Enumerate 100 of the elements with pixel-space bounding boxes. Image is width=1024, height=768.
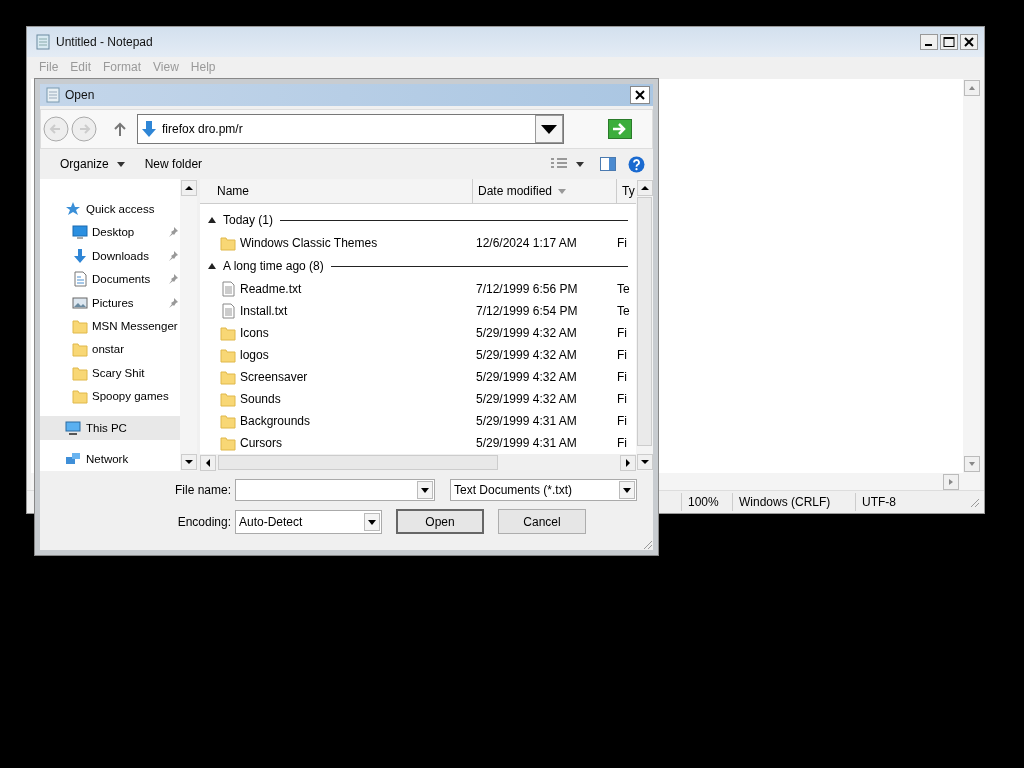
- scroll-up-button[interactable]: [180, 180, 197, 196]
- caret-icon: [116, 161, 125, 167]
- file-row[interactable]: Icons 5/29/1999 4:32 AM Fi: [200, 322, 636, 344]
- file-row[interactable]: Cursors 5/29/1999 4:31 AM Fi: [200, 432, 636, 454]
- table-cell-text: Fi: [617, 370, 628, 384]
- column-header[interactable]: Ty: [617, 179, 636, 203]
- nav-item[interactable]: Documents: [40, 267, 180, 291]
- organize-button[interactable]: Organize: [54, 155, 131, 173]
- file-row[interactable]: Windows Classic Themes 12/6/2024 1:17 AM Fi: [200, 232, 636, 254]
- encoding-dropdown[interactable]: Auto-Detect: [235, 509, 382, 534]
- folder-icon: [220, 369, 236, 385]
- scroll-down-button[interactable]: [180, 454, 197, 470]
- table-cell-text: 5/29/1999 4:32 AM: [475, 348, 578, 362]
- file-name: Screensaver: [240, 370, 308, 384]
- scrollbar[interactable]: [200, 454, 636, 471]
- file-name: Sounds: [240, 392, 281, 406]
- collapse-arrow-icon: [208, 217, 216, 223]
- column-header[interactable]: Name: [200, 179, 473, 203]
- scroll-thumb[interactable]: [637, 197, 652, 446]
- scrollbar[interactable]: [180, 179, 197, 471]
- file-name: Install.txt: [240, 304, 288, 318]
- dropdown-button[interactable]: [535, 115, 563, 143]
- cancel-button[interactable]: Cancel: [498, 509, 586, 534]
- column-header[interactable]: Date modified: [473, 179, 617, 203]
- table-cell-text: 5/29/1999 4:32 AM: [475, 370, 578, 384]
- file-name: logos: [240, 348, 269, 362]
- folder-icon: [72, 388, 88, 405]
- preview-pane-icon[interactable]: [600, 157, 616, 171]
- folder-icon: [220, 435, 236, 451]
- new-folder-button[interactable]: New folder: [138, 155, 209, 173]
- picture-icon: [72, 294, 88, 311]
- status-text: Windows (CRLF): [732, 493, 855, 511]
- scroll-right-button[interactable]: [620, 454, 636, 471]
- scroll-left-button[interactable]: [200, 454, 216, 471]
- nav-item[interactable]: Spoopy games: [40, 384, 180, 409]
- nav-item[interactable]: Network: [40, 447, 180, 471]
- table-cell-text: Fi: [617, 392, 628, 406]
- monitor-icon: [72, 224, 88, 241]
- table-cell-text: 5/29/1999 4:31 AM: [475, 436, 578, 450]
- file-name-field[interactable]: [235, 479, 435, 501]
- download-icon: [141, 120, 157, 138]
- folder-icon: [220, 391, 236, 407]
- table-cell-text: 5/29/1999 4:31 AM: [475, 414, 578, 428]
- go-button[interactable]: [608, 119, 632, 139]
- field-label: Encoding:: [176, 514, 231, 529]
- scroll-down-button[interactable]: [636, 454, 653, 470]
- file-row[interactable]: Sounds 5/29/1999 4:32 AM Fi: [200, 388, 636, 410]
- maximize-button[interactable]: [940, 34, 958, 50]
- group-header[interactable]: Today (1): [200, 208, 636, 232]
- computer-icon: [65, 419, 81, 436]
- folder-icon: [72, 318, 88, 334]
- folder-icon: [72, 364, 88, 381]
- caret-icon[interactable]: [576, 161, 584, 167]
- field-label: File name:: [173, 483, 231, 497]
- address-text: firefox dro.pm/r: [162, 122, 244, 136]
- file-name: Icons: [240, 326, 269, 340]
- table-cell-text: Fi: [617, 236, 628, 250]
- address-bar[interactable]: firefox dro.pm/r: [137, 114, 564, 144]
- nav-item[interactable]: Downloads: [40, 243, 180, 268]
- view-options-icon[interactable]: [550, 157, 568, 171]
- window-title: Open: [65, 88, 95, 102]
- folder-icon: [72, 341, 88, 358]
- collapse-arrow-icon: [208, 263, 216, 269]
- file-row[interactable]: Backgrounds 5/29/1999 4:31 AM Fi: [200, 410, 636, 432]
- up-arrow-icon[interactable]: [113, 121, 127, 137]
- scrollbar[interactable]: [636, 179, 653, 471]
- table-cell-text: Fi: [617, 348, 628, 362]
- nav-item[interactable]: Pictures: [40, 290, 180, 315]
- file-row[interactable]: Install.txt 7/12/1999 6:54 PM Te: [200, 300, 636, 322]
- status-text: 100%: [681, 493, 732, 511]
- minimize-button[interactable]: [920, 34, 938, 50]
- file-type-dropdown[interactable]: Text Documents (*.txt): [450, 479, 637, 501]
- file-row[interactable]: Readme.txt 7/12/1999 6:56 PM Te: [200, 278, 636, 300]
- scroll-thumb[interactable]: [218, 455, 498, 470]
- group-header[interactable]: A long time ago (8): [200, 254, 636, 278]
- nav-item[interactable]: onstar: [40, 337, 180, 362]
- nav-item[interactable]: Scary Shit: [40, 361, 180, 385]
- folder-icon: [220, 413, 236, 429]
- resize-grip-icon: [641, 538, 653, 550]
- resize-grip-icon: [968, 496, 980, 508]
- scroll-up-button[interactable]: [636, 180, 653, 196]
- table-cell-text: Fi: [617, 436, 628, 450]
- close-button[interactable]: [630, 86, 650, 104]
- nav-item[interactable]: Desktop: [40, 220, 180, 244]
- document-icon: [220, 303, 236, 319]
- close-button[interactable]: [960, 34, 978, 50]
- nav-item[interactable]: MSN Messenger: [40, 314, 180, 338]
- file-row[interactable]: Screensaver 5/29/1999 4:32 AM Fi: [200, 366, 636, 388]
- pin-icon: [168, 227, 178, 238]
- table-cell-text: 12/6/2024 1:17 AM: [475, 236, 578, 250]
- window-title: Untitled - Notepad: [56, 35, 153, 49]
- open-button[interactable]: Open: [396, 509, 484, 534]
- table-cell-text: 7/12/1999 6:54 PM: [475, 304, 579, 318]
- table-cell-text: Te: [617, 282, 631, 296]
- nav-item[interactable]: This PC: [40, 416, 180, 440]
- table-cell-text: 5/29/1999 4:32 AM: [475, 392, 578, 406]
- file-row[interactable]: logos 5/29/1999 4:32 AM Fi: [200, 344, 636, 366]
- nav-item[interactable]: Quick access: [40, 197, 180, 221]
- help-icon[interactable]: [628, 155, 645, 173]
- file-name: Backgrounds: [240, 414, 311, 428]
